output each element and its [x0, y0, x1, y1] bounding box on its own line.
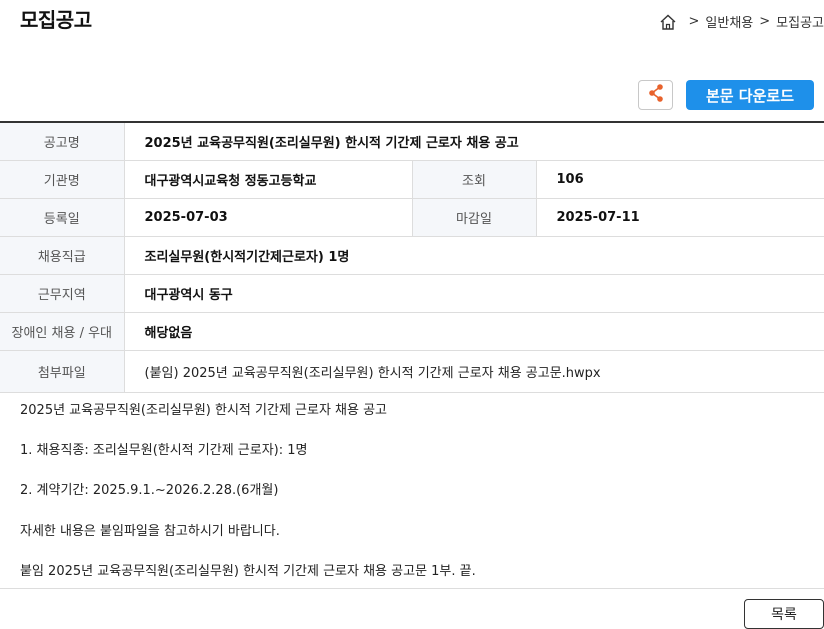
deadline-value: 2025-07-11	[536, 198, 824, 237]
table-row: 기관명 대구광역시교육청 정동고등학교 조회 106	[0, 160, 824, 199]
location-value: 대구광역시 동구	[124, 274, 824, 313]
breadcrumb-separator: >	[759, 14, 771, 29]
views-value: 106	[536, 160, 824, 199]
position-label: 채용직급	[0, 236, 125, 275]
notice-title-label: 공고명	[0, 122, 125, 161]
breadcrumb-separator: >	[688, 14, 700, 29]
table-row: 근무지역 대구광역시 동구	[0, 274, 824, 313]
registered-date-value: 2025-07-03	[124, 198, 412, 237]
share-icon	[647, 83, 665, 107]
page-title: 모집공고	[20, 8, 92, 32]
body-line: 자세한 내용은 붙임파일을 참고하시기 바랍니다.	[20, 523, 280, 539]
table-row: 장애인 채용 / 우대 해당없음	[0, 312, 824, 351]
divider	[0, 588, 824, 589]
home-icon[interactable]	[659, 13, 677, 31]
breadcrumb-item-recruitment-notice[interactable]: 모집공고	[776, 12, 824, 31]
share-button[interactable]	[638, 80, 673, 110]
table-row: 공고명 2025년 교육공무직원(조리실무원) 한시적 기간제 근로자 채용 공…	[0, 122, 824, 161]
table-row: 첨부파일 (붙임) 2025년 교육공무직원(조리실무원) 한시적 기간제 근로…	[0, 350, 824, 393]
position-value: 조리실무원(한시적기간제근로자) 1명	[124, 236, 824, 275]
attachment-label: 첨부파일	[0, 350, 125, 393]
table-row: 등록일 2025-07-03 마감일 2025-07-11	[0, 198, 824, 237]
notice-body: 2025년 교육공무직원(조리실무원) 한시적 기간제 근로자 채용 공고 1.…	[20, 402, 810, 603]
breadcrumb-item-general-hiring[interactable]: 일반채용	[705, 12, 753, 31]
breadcrumb: > 일반채용 > 모집공고	[659, 12, 824, 31]
notice-info-table: 공고명 2025년 교육공무직원(조리실무원) 한시적 기간제 근로자 채용 공…	[0, 121, 824, 393]
body-line: 붙임 2025년 교육공무직원(조리실무원) 한시적 기간제 근로자 채용 공고…	[20, 563, 476, 579]
views-label: 조회	[411, 160, 537, 199]
agency-value: 대구광역시교육청 정동고등학교	[124, 160, 412, 199]
table-row: 채용직급 조리실무원(한시적기간제근로자) 1명	[0, 236, 824, 275]
attachment-file-link[interactable]: (붙임) 2025년 교육공무직원(조리실무원) 한시적 기간제 근로자 채용 …	[145, 366, 601, 381]
deadline-label: 마감일	[411, 198, 537, 237]
body-line: 2025년 교육공무직원(조리실무원) 한시적 기간제 근로자 채용 공고	[20, 403, 388, 418]
list-button[interactable]: 목록	[744, 599, 824, 629]
notice-title-value: 2025년 교육공무직원(조리실무원) 한시적 기간제 근로자 채용 공고	[124, 122, 824, 161]
body-line: 2. 계약기간: 2025.9.1.~2026.2.28.(6개월)	[20, 483, 279, 499]
disability-label: 장애인 채용 / 우대	[0, 312, 125, 351]
location-label: 근무지역	[0, 274, 125, 313]
registered-date-label: 등록일	[0, 198, 125, 237]
attachment-cell: (붙임) 2025년 교육공무직원(조리실무원) 한시적 기간제 근로자 채용 …	[124, 350, 824, 393]
download-body-button[interactable]: 본문 다운로드	[686, 80, 814, 110]
disability-value: 해당없음	[124, 312, 824, 351]
body-line: 1. 채용직종: 조리실무원(한시적 기간제 근로자): 1명	[20, 443, 308, 459]
agency-label: 기관명	[0, 160, 125, 199]
